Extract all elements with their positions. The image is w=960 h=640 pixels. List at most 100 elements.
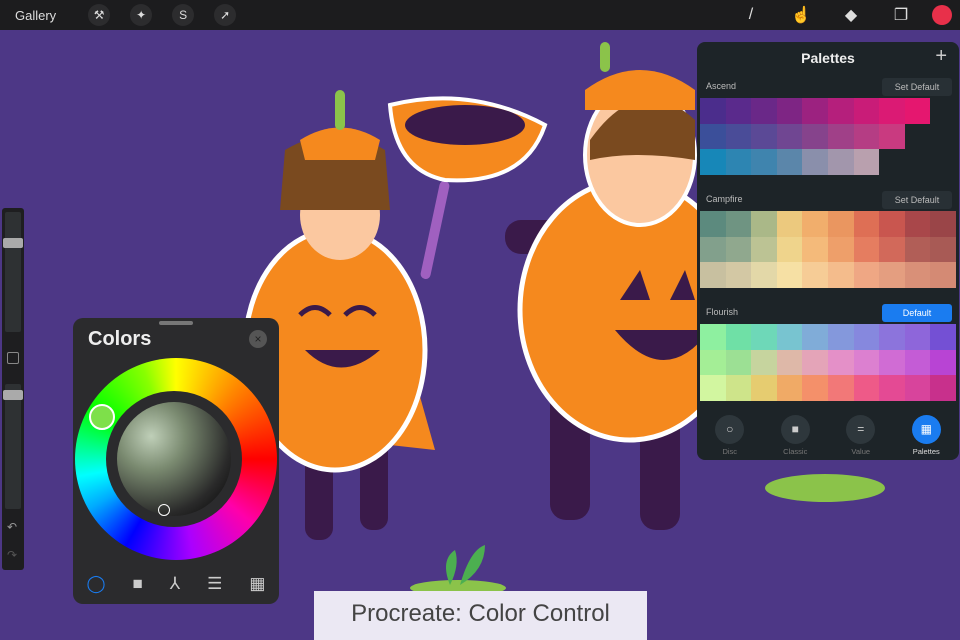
wrench-icon[interactable]: ⚒ — [88, 4, 111, 26]
close-icon[interactable]: × — [249, 330, 267, 348]
color-swatch[interactable] — [725, 123, 752, 150]
color-swatch[interactable] — [827, 123, 854, 150]
color-swatch[interactable] — [776, 98, 803, 124]
color-swatch[interactable] — [751, 375, 777, 401]
gallery-button[interactable]: Gallery — [15, 8, 56, 23]
color-swatch[interactable] — [700, 375, 726, 401]
color-swatch[interactable] — [904, 324, 931, 350]
color-swatch[interactable] — [930, 375, 956, 401]
set-default-button[interactable]: Default — [882, 304, 952, 322]
color-swatch[interactable] — [700, 123, 726, 150]
color-swatch[interactable] — [700, 149, 726, 175]
color-swatch[interactable] — [879, 98, 905, 124]
color-swatch[interactable] — [827, 211, 854, 237]
empty-swatch[interactable] — [930, 124, 956, 150]
color-swatch[interactable] — [776, 262, 803, 288]
color-swatch[interactable] — [930, 262, 956, 288]
drag-handle[interactable] — [159, 321, 193, 325]
color-swatch[interactable] — [776, 236, 803, 263]
color-swatch[interactable] — [904, 375, 931, 401]
color-swatch[interactable] — [853, 149, 880, 175]
color-swatch[interactable] — [827, 349, 854, 376]
empty-swatch[interactable] — [879, 149, 905, 175]
color-swatch[interactable] — [827, 149, 854, 175]
brush-size-handle[interactable] — [3, 238, 23, 248]
color-swatch[interactable] — [853, 375, 880, 401]
color-swatch[interactable] — [725, 149, 752, 175]
color-swatch[interactable] — [751, 211, 777, 237]
color-swatch[interactable] — [930, 236, 956, 263]
color-swatch[interactable] — [700, 236, 726, 263]
color-swatch[interactable] — [827, 236, 854, 263]
selection-icon[interactable]: S — [172, 4, 195, 26]
color-swatch[interactable] — [725, 236, 752, 263]
empty-swatch[interactable] — [930, 98, 956, 124]
color-swatch[interactable] — [853, 236, 880, 263]
smudge-icon[interactable]: ☝ — [776, 5, 826, 25]
color-swatch[interactable] — [930, 324, 956, 350]
color-swatch[interactable] — [879, 349, 905, 376]
color-swatch[interactable] — [751, 236, 777, 263]
color-swatch[interactable] — [700, 211, 726, 237]
transform-arrow-icon[interactable]: ➚ — [214, 4, 237, 26]
saturation-disc[interactable] — [117, 402, 231, 516]
color-swatch[interactable] — [700, 324, 726, 350]
color-swatch[interactable] — [802, 211, 828, 237]
empty-swatch[interactable] — [905, 124, 931, 150]
set-default-button[interactable]: Set Default — [882, 191, 952, 209]
empty-swatch[interactable] — [930, 149, 956, 175]
tab-palettes[interactable]: ▦ Palettes — [896, 415, 956, 456]
color-swatch[interactable] — [802, 375, 828, 401]
color-swatch[interactable] — [776, 375, 803, 401]
color-swatch[interactable] — [827, 324, 854, 350]
value-icon[interactable]: ☰ — [207, 574, 222, 594]
color-swatch[interactable] — [879, 211, 905, 237]
color-swatch[interactable] — [853, 123, 880, 150]
palettes-icon[interactable]: ▦ — [249, 574, 265, 594]
current-color-button[interactable] — [932, 5, 952, 25]
color-swatch[interactable] — [802, 349, 828, 376]
redo-icon[interactable]: ↷ — [7, 548, 17, 562]
color-swatch[interactable] — [725, 262, 752, 288]
harmony-icon[interactable]: ⅄ — [170, 574, 180, 594]
empty-swatch[interactable] — [905, 149, 931, 175]
eraser-icon[interactable]: ◆ — [826, 5, 876, 25]
modify-button[interactable] — [7, 352, 19, 364]
color-swatch[interactable] — [802, 262, 828, 288]
brush-size-slider[interactable] — [3, 212, 23, 332]
color-swatch[interactable] — [827, 98, 854, 124]
color-swatch[interactable] — [904, 211, 931, 237]
color-swatch[interactable] — [725, 375, 752, 401]
color-swatch[interactable] — [879, 375, 905, 401]
set-default-button[interactable]: Set Default — [882, 78, 952, 96]
color-swatch[interactable] — [802, 236, 828, 263]
color-swatch[interactable] — [853, 262, 880, 288]
color-swatch[interactable] — [879, 123, 905, 150]
color-swatch[interactable] — [776, 123, 803, 150]
color-swatch[interactable] — [930, 211, 956, 237]
tab-value[interactable]: = Value — [831, 415, 891, 456]
opacity-slider[interactable] — [3, 384, 23, 509]
color-swatch[interactable] — [904, 349, 931, 376]
color-swatch[interactable] — [751, 98, 777, 124]
color-swatch[interactable] — [853, 349, 880, 376]
color-swatch[interactable] — [853, 98, 880, 124]
color-swatch[interactable] — [700, 98, 726, 124]
color-swatch[interactable] — [802, 149, 828, 175]
color-swatch[interactable] — [904, 236, 931, 263]
color-swatch[interactable] — [802, 324, 828, 350]
color-swatch[interactable] — [853, 211, 880, 237]
color-swatch[interactable] — [776, 349, 803, 376]
color-swatch[interactable] — [725, 324, 752, 350]
color-swatch[interactable] — [930, 349, 956, 376]
color-swatch[interactable] — [725, 98, 752, 124]
color-swatch[interactable] — [853, 324, 880, 350]
color-swatch[interactable] — [725, 349, 752, 376]
color-swatch[interactable] — [776, 211, 803, 237]
color-swatch[interactable] — [700, 262, 726, 288]
color-swatch[interactable] — [776, 149, 803, 175]
color-swatch[interactable] — [751, 349, 777, 376]
color-swatch[interactable] — [700, 349, 726, 376]
color-swatch[interactable] — [776, 324, 803, 350]
opacity-handle[interactable] — [3, 390, 23, 400]
